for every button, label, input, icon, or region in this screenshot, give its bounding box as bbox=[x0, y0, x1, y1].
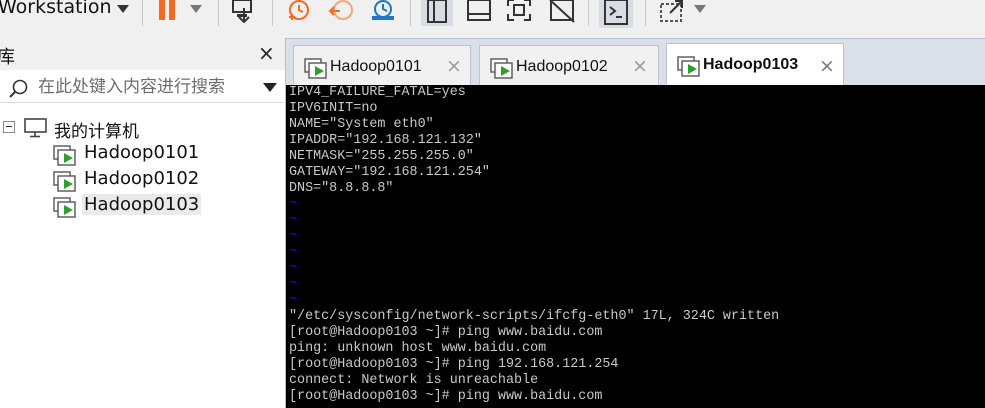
show-library-icon[interactable] bbox=[421, 0, 453, 26]
terminal-line: [root@Hadoop0103 ~]# ping www.baidu.com bbox=[289, 325, 603, 340]
terminal-line: DNS="8.8.8.8" bbox=[289, 181, 394, 196]
terminal-line: IPV6INIT=no bbox=[289, 101, 378, 116]
pause-icon[interactable] bbox=[155, 0, 183, 22]
console-view-icon[interactable] bbox=[599, 0, 633, 28]
vm-tab-strip: Hadoop0101 × Hadoop0102 × Hadoop0103 × bbox=[286, 38, 985, 87]
full-screen-icon[interactable] bbox=[505, 0, 533, 23]
power-dropdown-caret-icon[interactable] bbox=[190, 5, 202, 13]
collapse-icon[interactable] bbox=[3, 121, 15, 133]
toolbar-divider bbox=[218, 0, 219, 26]
search-input[interactable] bbox=[38, 76, 248, 98]
app-title[interactable]: Workstation bbox=[0, 0, 112, 18]
vim-empty-line-marker: ~ bbox=[289, 293, 298, 308]
tree-root-my-computer[interactable]: 我的计算机 bbox=[0, 116, 240, 143]
tree-item-label: Hadoop0101 bbox=[84, 142, 200, 163]
unity-icon[interactable] bbox=[548, 0, 576, 23]
snapshot-manager-icon[interactable] bbox=[369, 0, 397, 23]
vim-empty-line-marker: ~ bbox=[289, 261, 298, 276]
search-dropdown-caret-icon[interactable] bbox=[263, 83, 277, 92]
tree-item-hadoop0101[interactable]: Hadoop0101 bbox=[50, 142, 200, 166]
vim-empty-line-marker: ~ bbox=[289, 277, 298, 292]
terminal-line: GATEWAY="192.168.121.254" bbox=[289, 165, 490, 180]
tab-close-icon[interactable]: × bbox=[446, 55, 462, 77]
tree-item-hadoop0102[interactable]: Hadoop0102 bbox=[50, 168, 200, 192]
vim-empty-line-marker: ~ bbox=[289, 245, 298, 260]
terminal-line: IPV4_FAILURE_FATAL=yes bbox=[289, 85, 466, 100]
terminal-line: NETMASK="255.255.255.0" bbox=[289, 149, 474, 164]
vm-running-icon bbox=[490, 58, 516, 85]
library-title: 库 bbox=[0, 47, 15, 68]
toolbar-divider bbox=[588, 0, 589, 26]
toolbar-divider bbox=[645, 0, 646, 26]
terminal-line: NAME="System eth0" bbox=[289, 117, 434, 132]
tab-label: Hadoop0102 bbox=[516, 58, 608, 75]
tab-close-icon[interactable]: × bbox=[819, 55, 835, 77]
stretch-dropdown-caret-icon[interactable] bbox=[694, 5, 706, 13]
revert-snapshot-icon[interactable] bbox=[328, 0, 356, 23]
tab-label: Hadoop0103 bbox=[703, 56, 799, 73]
toolbar-divider bbox=[410, 0, 411, 26]
library-search bbox=[0, 72, 284, 103]
tab-label: Hadoop0101 bbox=[330, 58, 422, 75]
computer-icon bbox=[24, 118, 48, 143]
library-panel: 库 × 我的计算机 Hadoop0101 Hadoop0102 bbox=[0, 38, 286, 408]
app-menu-caret-icon[interactable] bbox=[117, 5, 129, 13]
library-header: 库 × bbox=[0, 38, 285, 70]
toolbar: Workstation bbox=[0, 0, 985, 34]
toolbar-divider bbox=[272, 0, 273, 26]
tab-hadoop0102[interactable]: Hadoop0102 × bbox=[479, 45, 659, 86]
tab-hadoop0101[interactable]: Hadoop0101 × bbox=[293, 45, 471, 86]
tree-root-label: 我的计算机 bbox=[54, 122, 139, 142]
tree-item-label: Hadoop0102 bbox=[84, 168, 200, 189]
vm-running-icon bbox=[677, 56, 703, 83]
vim-empty-line-marker: ~ bbox=[289, 229, 298, 244]
tree-item-label: Hadoop0103 bbox=[82, 194, 202, 215]
terminal-line: [root@Hadoop0103 ~]# ping www.baidu.com bbox=[289, 389, 603, 404]
tab-hadoop0103[interactable]: Hadoop0103 × bbox=[666, 43, 844, 87]
send-ctrl-alt-del-icon[interactable] bbox=[230, 0, 258, 23]
library-close-icon[interactable]: × bbox=[258, 41, 275, 65]
stretch-guest-icon[interactable] bbox=[658, 0, 686, 23]
terminal-line: connect: Network is unreachable bbox=[289, 373, 539, 388]
terminal-line: ping: unknown host www.baidu.com bbox=[289, 341, 547, 356]
vim-empty-line-marker: ~ bbox=[289, 213, 298, 228]
terminal-line: "/etc/sysconfig/network-scripts/ifcfg-et… bbox=[289, 309, 780, 324]
vim-empty-line-marker: ~ bbox=[289, 197, 298, 212]
vm-running-icon bbox=[304, 58, 330, 85]
take-snapshot-icon[interactable] bbox=[285, 0, 313, 23]
vm-console[interactable]: IPV4_FAILURE_FATAL=yes IPV6INIT=no NAME=… bbox=[286, 85, 985, 408]
terminal-line: [root@Hadoop0103 ~]# ping 192.168.121.25… bbox=[289, 357, 619, 372]
tab-close-icon[interactable]: × bbox=[632, 55, 648, 77]
terminal-output: IPV4_FAILURE_FATAL=yes IPV6INIT=no NAME=… bbox=[289, 85, 779, 405]
vm-running-icon bbox=[53, 197, 79, 224]
thumbnail-bar-icon[interactable] bbox=[465, 0, 493, 23]
terminal-line: IPADDR="192.168.121.132" bbox=[289, 133, 482, 148]
search-icon bbox=[8, 78, 30, 105]
tree-item-hadoop0103[interactable]: Hadoop0103 bbox=[50, 194, 202, 218]
toolbar-divider bbox=[142, 0, 143, 26]
